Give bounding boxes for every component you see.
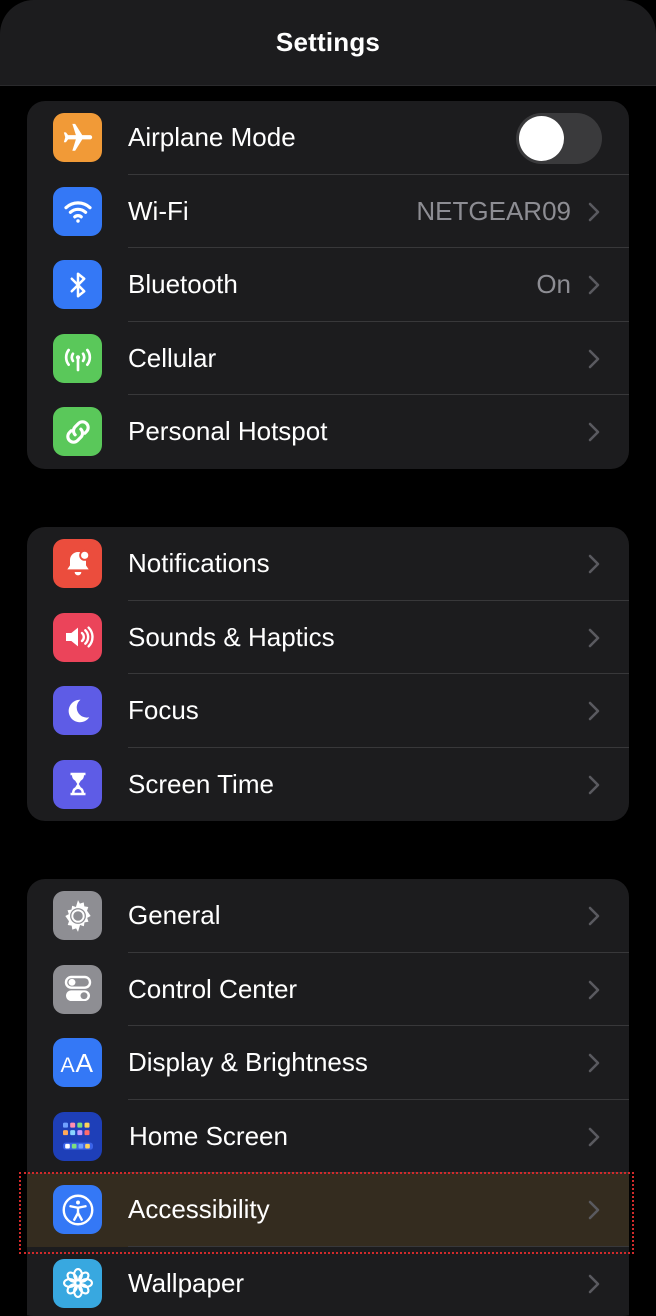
settings-row-label: General	[128, 900, 221, 931]
settings-row-personal-hotspot[interactable]: Personal Hotspot	[27, 395, 629, 469]
settings-row-wifi[interactable]: Wi-Fi NETGEAR09	[27, 175, 629, 248]
chevron-right-icon	[588, 202, 600, 221]
settings-row-accessibility[interactable]: Accessibility	[27, 1173, 629, 1247]
chevron-right-icon	[588, 275, 600, 295]
gear-icon	[53, 891, 102, 940]
settings-row-label: Focus	[128, 695, 199, 726]
chevron-right-icon	[588, 349, 600, 368]
speaker-icon	[53, 612, 102, 662]
page-title: Settings	[275, 27, 381, 57]
chevron-right-icon	[588, 628, 600, 647]
chevron-right-icon	[588, 1127, 600, 1146]
link-icon	[53, 407, 102, 456]
settings-row-notifications[interactable]: Notifications	[27, 527, 629, 601]
settings-row-label: Airplane Mode	[128, 122, 296, 153]
accessibility-icon	[53, 1185, 102, 1234]
text-size-icon: A A	[53, 1038, 102, 1087]
settings-row-general[interactable]: General	[27, 879, 629, 953]
settings-row-label: Home Screen	[129, 1120, 288, 1151]
airplane-mode-toggle[interactable]	[516, 113, 602, 164]
settings-row-label: Sounds & Haptics	[128, 621, 335, 652]
chevron-right-icon	[588, 906, 600, 926]
bluetooth-icon	[53, 260, 102, 309]
settings-row-wallpaper[interactable]: Wallpaper	[27, 1247, 629, 1316]
chevron-right-icon	[588, 554, 600, 574]
settings-row-control-center[interactable]: Control Center	[27, 953, 629, 1026]
settings-row-display-brightness[interactable]: A A Display & Brightness	[27, 1026, 629, 1100]
chevron-right-icon	[588, 1200, 600, 1220]
antenna-icon	[53, 333, 102, 383]
settings-row-screen-time[interactable]: Screen Time	[27, 748, 629, 822]
chevron-right-icon	[588, 1274, 600, 1293]
settings-row-focus[interactable]: Focus	[27, 674, 629, 748]
hourglass-icon	[53, 759, 102, 809]
app-grid-icon	[53, 1111, 102, 1161]
settings-row-sounds-haptics[interactable]: Sounds & Haptics	[27, 601, 629, 674]
connectivity-group: Airplane Mode Wi-Fi NETGEAR09 Bluetooth	[27, 101, 629, 469]
settings-screen: Settings Airplane Mode Wi-Fi NETGEAR09 B…	[0, 0, 656, 1316]
wifi-network-value: NETGEAR09	[416, 195, 571, 226]
settings-row-label: Bluetooth	[128, 269, 238, 300]
settings-row-home-screen[interactable]: Home Screen	[27, 1100, 629, 1173]
svg-text:A: A	[75, 1048, 93, 1078]
airplane-icon	[53, 113, 102, 162]
switches-icon	[53, 964, 102, 1014]
chevron-right-icon	[588, 701, 600, 721]
general-group: General Control Center A A Display & Bri…	[27, 879, 629, 1316]
chevron-right-icon	[588, 422, 600, 442]
settings-row-label: Accessibility	[128, 1194, 270, 1225]
settings-row-label: Cellular	[128, 342, 217, 373]
settings-row-label: Personal Hotspot	[128, 416, 328, 447]
settings-row-label: Screen Time	[128, 768, 274, 799]
chevron-right-icon	[588, 1053, 600, 1073]
flower-icon	[53, 1258, 102, 1308]
settings-row-label: Control Center	[128, 973, 298, 1004]
settings-row-label: Wallpaper	[128, 1267, 245, 1298]
chevron-right-icon	[588, 980, 600, 999]
chevron-right-icon	[588, 775, 600, 794]
settings-row-label: Display & Brightness	[128, 1047, 368, 1078]
bluetooth-status-value: On	[536, 269, 571, 300]
settings-row-airplane-mode[interactable]: Airplane Mode	[27, 101, 629, 175]
toggle-knob	[519, 116, 564, 161]
navigation-bar: Settings	[0, 0, 656, 86]
wifi-icon	[53, 186, 102, 236]
moon-icon	[53, 686, 102, 735]
settings-row-bluetooth[interactable]: Bluetooth On	[27, 248, 629, 322]
bell-icon	[53, 539, 102, 588]
settings-row-label: Wi-Fi	[128, 195, 189, 226]
settings-row-label: Notifications	[128, 548, 270, 579]
alerts-group: Notifications Sounds & Haptics Focus Scr…	[27, 527, 629, 821]
svg-text:A: A	[60, 1052, 75, 1076]
settings-row-cellular[interactable]: Cellular	[27, 322, 629, 395]
